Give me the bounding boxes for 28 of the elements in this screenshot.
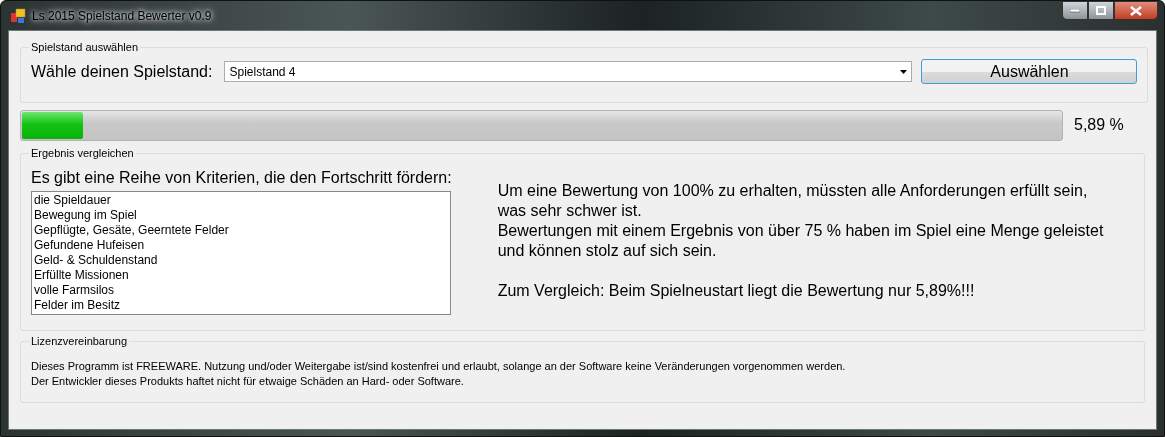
window-title: Ls 2015 Spielstand Bewerter v0.9 <box>32 8 212 23</box>
list-item: Geld- & Schuldenstand <box>34 253 159 268</box>
explanation-text: Um eine Bewertung von 100% zu erhalten, müssten alle Anforderungen erfüllt sein, was sehr schwer ist. Bewertungen mit einem Ergebnis von über 75 % haben im Spiel eine Menge geleistet und können stolz auf sich sein. Zum Vergleich: Beim Spielneustart liegt die Bewertung nur 5,89%!!! <box>497 181 1104 301</box>
list-item: Bewegung im Spiel <box>34 208 138 223</box>
list-item: Gefundene Hufeisen <box>34 238 146 253</box>
list-item: Gepflügte, Gesäte, Geerntete Felder <box>34 223 230 238</box>
criteria-list[interactable]: die Spieldauer Bewegung im Spiel Gepflügte, Gesäte, Geerntete Felder Gefundene Hufeisen Geld- & Schuldenstand Erfüllte Missionen volle Farmsilos Felder im Besitz <box>31 191 451 315</box>
close-icon <box>1130 5 1142 16</box>
list-item: Erfüllte Missionen <box>34 268 130 283</box>
field-label: Wähle deinen Spielstand: <box>31 62 213 81</box>
progress-reading: 5,89 % <box>1074 116 1124 134</box>
group-title: Lizenzvereinbarung <box>30 335 128 347</box>
minimize-icon <box>1070 8 1080 13</box>
close-button[interactable] <box>1114 1 1158 20</box>
maximize-icon <box>1096 6 1106 15</box>
group-title: Spielstand auswählen <box>30 41 140 53</box>
minimize-button[interactable] <box>1062 1 1088 20</box>
app-icon <box>10 7 26 24</box>
maximize-button[interactable] <box>1088 1 1114 20</box>
savegame-dropdown[interactable]: Spielstand 4 <box>224 61 913 82</box>
caret-icon <box>900 69 908 74</box>
list-item: volle Farmsilos <box>34 283 115 298</box>
group-title: Ergebnis vergleichen <box>30 147 135 159</box>
list-item: Felder im Besitz <box>34 298 122 313</box>
license-text: Dieses Programm ist FREEWARE. Nutzung und/oder Weitergabe ist/sind kostenfrei und erlaubt, solange an der Software keine Veränderungen vorgenommen werden. Der Entwickler dieses Produkts haftet nicht für etwaige Schäden an Hard- oder Software. <box>31 359 847 389</box>
list-item: die Spieldauer <box>34 193 112 208</box>
list-heading: Es gibt eine Reihe von Kriterien, die den Fortschritt fördern: <box>31 169 452 187</box>
select-button[interactable]: Auswählen <box>921 59 1138 84</box>
